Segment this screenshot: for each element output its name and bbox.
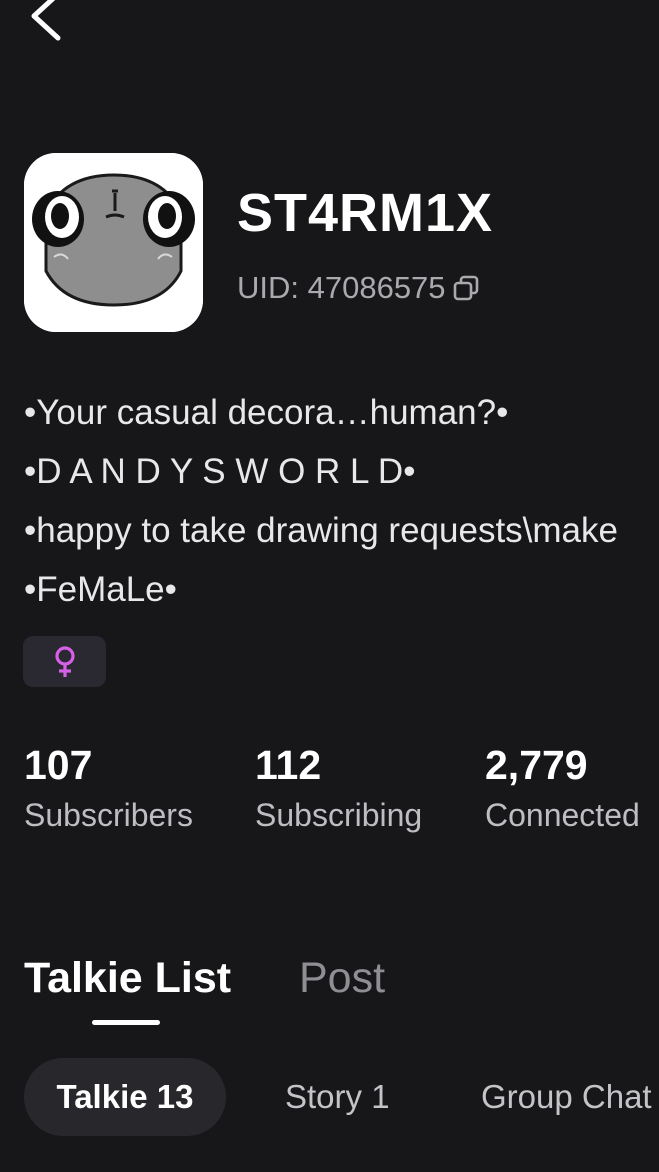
stat-label: Connected — [485, 797, 640, 833]
gender-badge — [23, 636, 106, 687]
bio-line: •happy to take drawing requests\make — [24, 511, 618, 550]
filter-story[interactable]: Story 1 — [285, 1058, 390, 1136]
female-symbol-icon — [54, 645, 75, 677]
bio: •Your casual decora…human?• •D A N D Y S… — [24, 390, 659, 626]
uid-row: UID: 47086575 — [237, 270, 480, 306]
bio-line: •FeMaLe• — [24, 570, 177, 609]
username: ST4RM1X — [237, 183, 494, 243]
avatar[interactable] — [24, 153, 203, 332]
copy-icon[interactable] — [452, 274, 480, 302]
tab-post[interactable]: Post — [299, 952, 385, 1004]
filter-talkie[interactable]: Talkie 13 — [24, 1058, 226, 1136]
back-button[interactable] — [22, 0, 70, 42]
stat-label: Subscribers — [24, 797, 193, 833]
tab-active-indicator — [92, 1020, 160, 1025]
bio-line: •D A N D Y S W O R L D• — [24, 452, 416, 491]
profile-screen: ST4RM1X UID: 47086575 •Your casual decor… — [0, 0, 659, 1172]
uid-text: UID: 47086575 — [237, 270, 446, 305]
stat-value: 112 — [255, 742, 322, 788]
chevron-left-icon — [31, 0, 61, 41]
filter-group-chat[interactable]: Group Chat 0 — [481, 1058, 659, 1136]
stat-connected[interactable]: 2,779 Connected — [485, 740, 640, 840]
stat-value: 2,779 — [485, 742, 588, 788]
bio-line: •Your casual decora…human?• — [24, 393, 509, 432]
tab-talkie-list[interactable]: Talkie List — [24, 952, 231, 1004]
stat-subscribing[interactable]: 112 Subscribing — [255, 740, 422, 840]
stat-subscribers[interactable]: 107 Subscribers — [24, 740, 193, 840]
frog-face-avatar-icon — [24, 153, 203, 332]
stat-label: Subscribing — [255, 797, 423, 833]
stat-value: 107 — [24, 742, 93, 788]
